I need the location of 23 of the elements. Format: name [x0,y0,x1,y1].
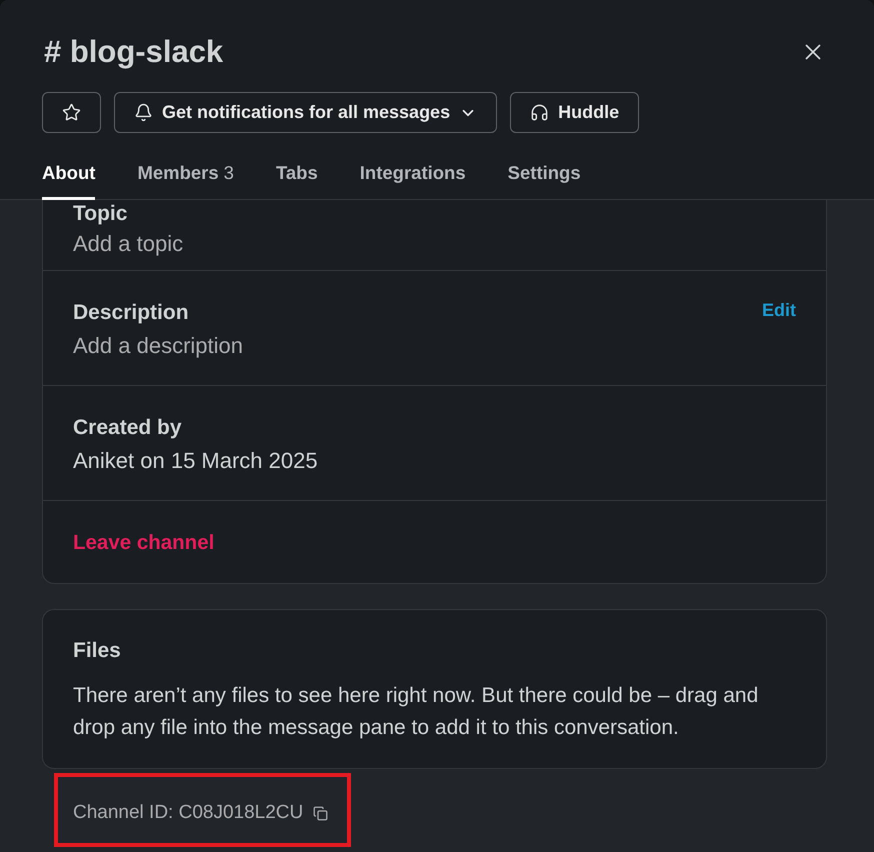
star-button[interactable] [42,92,101,133]
tab[interactable]: Integrations [360,157,466,200]
leave-channel-link[interactable]: Leave channel [73,530,214,556]
bell-icon [134,103,153,122]
channel-title: # blog-slack [44,34,224,70]
section-title: Files [73,638,122,664]
section-label: Description [73,300,190,326]
files-message: There aren’t any files to see here right now. But there could be – drag and drop any file into the message pane to add it to this conversation. [73,683,760,741]
edit-link[interactable]: Edit [762,298,796,322]
tab[interactable]: Settings [508,157,581,200]
section-label: Created by [73,415,183,441]
section-label: Topic [73,201,128,227]
huddle-button[interactable]: Huddle [510,92,640,133]
star-icon [62,103,81,122]
section-value: Aniket on 15 March 2025 [73,448,318,474]
tab[interactable]: Tabs [276,157,318,200]
section-value: Add a topic [73,231,184,257]
channel-id-text: Channel ID: C08J018L2CU [73,802,304,824]
notifications-button[interactable]: Get notifications for all messages [114,92,498,133]
tab[interactable]: Members 3 [137,157,234,200]
section-value: Add a description [73,333,243,359]
headphones-icon [530,103,550,122]
copy-icon[interactable] [313,806,328,820]
